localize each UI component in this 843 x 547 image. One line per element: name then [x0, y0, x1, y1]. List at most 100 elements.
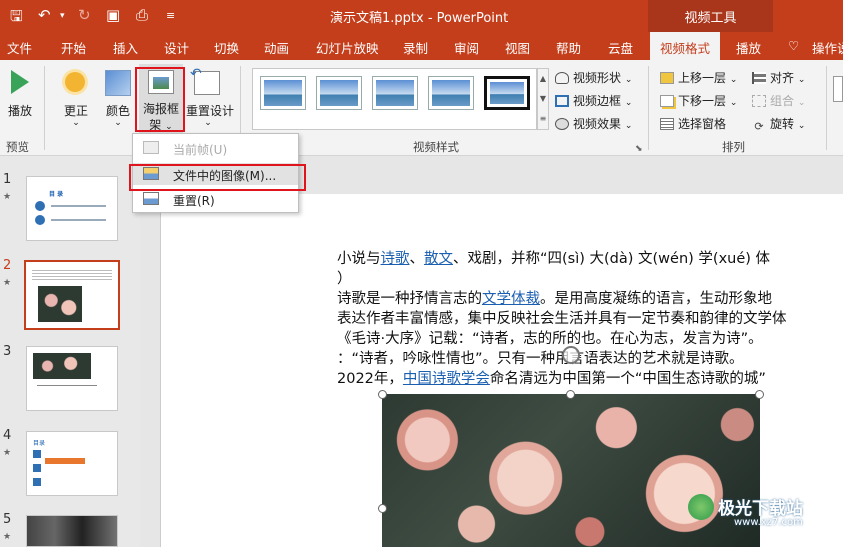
rotate-label: 旋转: [770, 117, 795, 131]
tab-tell-me[interactable]: 操作说: [812, 38, 843, 57]
customize-toolbar-icon[interactable]: ≡: [166, 9, 175, 22]
resize-handle[interactable]: [378, 504, 387, 513]
tab-video-format[interactable]: 视频格式: [650, 32, 721, 60]
undo-dropdown-icon[interactable]: ▾: [60, 11, 65, 21]
video-poster-frame[interactable]: [382, 394, 760, 547]
selection-pane-button[interactable]: 选择窗格: [660, 115, 726, 132]
slide-text-line-1[interactable]: 小说与诗歌、散文、戏剧，并称“四(sì) 大(dà) 文(wén) 学(xué)…: [337, 247, 770, 268]
hyperlink-poetry[interactable]: 诗歌: [381, 251, 410, 267]
text-run: 、戏剧，并称“四(sì) 大(dà) 文(wén) 学(xué) 体: [453, 251, 771, 267]
video-style-3[interactable]: [372, 76, 418, 110]
chevron-down-icon: ⌄: [797, 75, 806, 85]
highlight-box-poster-frame: [135, 67, 185, 132]
resize-handle[interactable]: [755, 390, 764, 399]
hyperlink-literary-genre[interactable]: 文学体裁: [482, 291, 540, 307]
send-backward-button[interactable]: 下移一层 ⌄: [660, 92, 737, 109]
reset-design-icon: ↶: [190, 66, 220, 95]
slide-thumbnail-3[interactable]: [26, 346, 118, 411]
video-shape-button[interactable]: 视频形状 ⌄: [555, 69, 632, 86]
menu-item-current-frame[interactable]: 当前帧(U): [133, 137, 298, 159]
tab-home[interactable]: 开始: [61, 38, 86, 57]
dialog-launcher-icon[interactable]: ⬊: [635, 144, 643, 154]
crop-icon[interactable]: [833, 76, 843, 102]
animation-star-icon: ★: [3, 192, 12, 202]
video-style-1[interactable]: [260, 76, 306, 110]
chevron-down-icon: ⌄: [624, 98, 633, 108]
undo-icon[interactable]: ↶: [38, 6, 51, 24]
video-style-2[interactable]: [316, 76, 362, 110]
tab-file[interactable]: 文件: [7, 38, 32, 57]
thumb-highlight: [45, 458, 85, 464]
slide-text-line-3[interactable]: 诗歌是一种抒情言志的文学体裁。是用高度凝练的语言，生动形象地: [337, 287, 772, 308]
divider: [826, 66, 827, 150]
video-effects-button[interactable]: 视频效果 ⌄: [555, 115, 632, 132]
tab-slideshow[interactable]: 幻灯片放映: [316, 38, 379, 57]
tab-insert[interactable]: 插入: [113, 38, 138, 57]
current-slide[interactable]: 小说与诗歌、散文、戏剧，并称“四(sì) 大(dà) 文(wén) 学(xué)…: [278, 194, 843, 547]
slide-text-line-2[interactable]: ）: [337, 267, 352, 288]
tab-review[interactable]: 审阅: [454, 38, 479, 57]
text-run: 小说与: [337, 251, 381, 267]
tell-me-icon[interactable]: ♡: [788, 38, 799, 53]
play-button[interactable]: 播放: [4, 66, 36, 128]
align-icon: [752, 72, 766, 84]
tab-cloud[interactable]: 云盘: [608, 38, 633, 57]
menu-item-label: 当前帧(U): [173, 143, 228, 157]
video-border-label: 视频边框: [573, 94, 622, 108]
bring-forward-button[interactable]: 上移一层 ⌄: [660, 69, 737, 86]
text-run: 命名清远为中国第一个“中国生态诗歌的城”: [489, 371, 766, 387]
reset-design-button[interactable]: ↶ 重置设计 ⌄: [186, 66, 234, 136]
tab-transitions[interactable]: 切换: [214, 38, 239, 57]
thumb-image: [27, 516, 117, 546]
tab-view[interactable]: 视图: [505, 38, 530, 57]
rotate-icon: ⟳: [754, 120, 764, 133]
print-preview-icon[interactable]: ⎙: [136, 6, 148, 24]
hyperlink-poetry-society[interactable]: 中国诗歌学会: [403, 371, 490, 387]
tab-animations[interactable]: 动画: [264, 38, 289, 57]
align-button[interactable]: 对齐 ⌄: [752, 69, 805, 86]
rotate-button[interactable]: ⟳ 旋转 ⌄: [752, 115, 805, 133]
slide-thumbnail-2[interactable]: [24, 260, 120, 330]
video-styles-group-label: 视频样式: [413, 140, 459, 154]
tab-help[interactable]: 帮助: [556, 38, 581, 57]
thumb-bullet: [33, 464, 41, 472]
chevron-down-icon: ⌄: [204, 118, 212, 128]
group-icon: [752, 95, 766, 107]
present-from-start-icon[interactable]: ▣: [106, 6, 120, 24]
slide-thumbnail-4[interactable]: 目录: [26, 431, 118, 496]
resize-handle[interactable]: [566, 390, 575, 399]
text-run: 、: [409, 251, 425, 267]
video-shape-label: 视频形状: [573, 71, 622, 85]
save-icon[interactable]: 🖫: [10, 6, 23, 31]
slide-panel-scrollbar[interactable]: [126, 156, 138, 547]
thumb-video: [33, 353, 91, 379]
resize-handle[interactable]: [378, 390, 387, 399]
video-style-4[interactable]: [428, 76, 474, 110]
video-style-thumbnail: [432, 80, 470, 106]
slide-text-line-5[interactable]: 《毛诗·大序》记载：“诗者，志的所的也。在心为志，发言为诗”。: [337, 327, 763, 348]
tab-design[interactable]: 设计: [164, 38, 189, 57]
text-run: 诗歌是一种抒情言志的: [337, 291, 482, 307]
menu-item-reset[interactable]: 重置(R): [133, 188, 298, 210]
animation-star-icon: ★: [3, 532, 12, 542]
chevron-down-icon: ⌄: [729, 75, 738, 85]
tab-playback[interactable]: 播放: [736, 38, 761, 57]
slide-text-line-4[interactable]: 表达作者丰富情感，集中反映社会生活并具有一定节奏和韵律的文学体: [337, 307, 787, 328]
corrections-button[interactable]: 更正 ⌄: [58, 66, 94, 136]
chevron-down-icon: ⌄: [624, 75, 633, 85]
group-button[interactable]: 组合 ⌄: [752, 92, 805, 109]
gallery-scroll[interactable]: ▲ ▼ ≡: [537, 68, 549, 130]
ribbon-tabs: 文件 开始 插入 设计 切换 动画 幻灯片放映 录制 审阅 视图 帮助 云盘 视…: [0, 32, 843, 60]
video-border-button[interactable]: 视频边框 ⌄: [555, 92, 632, 109]
video-style-5[interactable]: [484, 76, 530, 110]
slide-text-line-6[interactable]: ：“诗者，吟咏性情也”。只有一种用言语表达的艺术就是诗歌。: [337, 347, 744, 368]
color-button[interactable]: 颜色 ⌄: [100, 66, 136, 136]
bring-forward-label: 上移一层: [678, 71, 727, 85]
redo-icon[interactable]: ↻: [78, 6, 91, 24]
slide-thumbnail-1[interactable]: 目 录: [26, 176, 118, 241]
tab-record[interactable]: 录制: [403, 38, 428, 57]
hyperlink-prose[interactable]: 散文: [424, 251, 453, 267]
rotate-handle-icon[interactable]: [562, 346, 580, 364]
slide-thumbnail-5[interactable]: [26, 515, 118, 547]
slide-text-line-7[interactable]: 2022年，中国诗歌学会命名清远为中国第一个“中国生态诗歌的城”: [337, 367, 766, 388]
